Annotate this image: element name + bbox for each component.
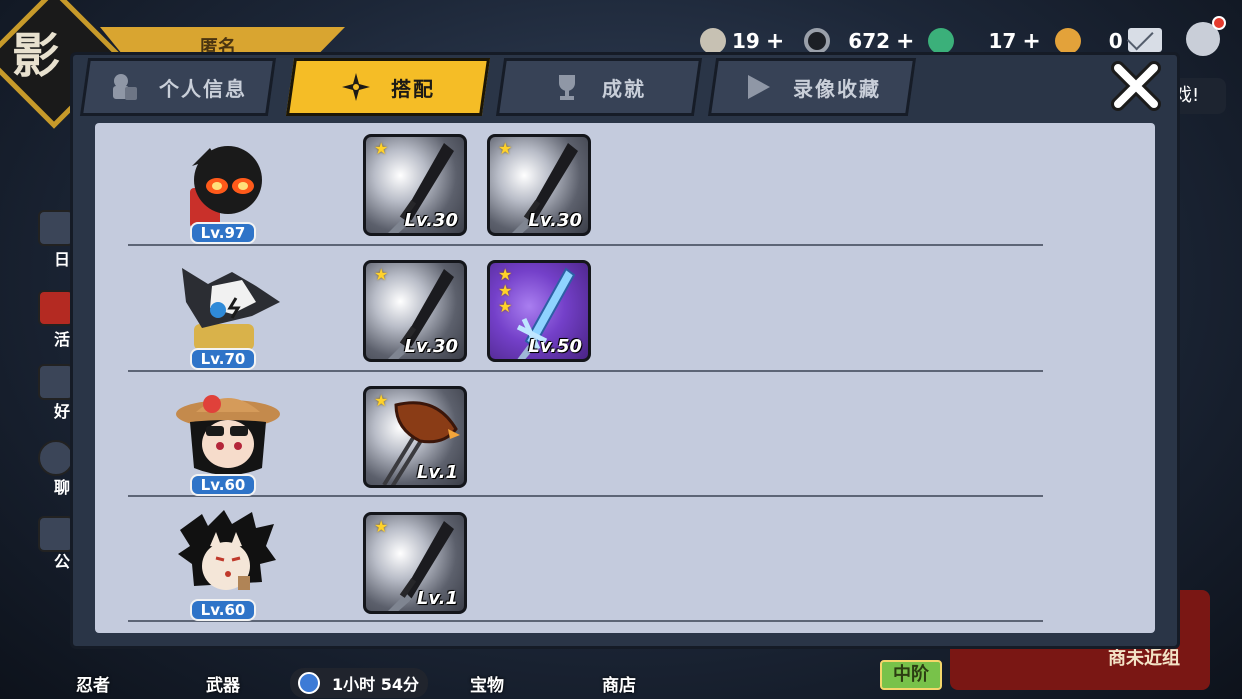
tab-loadout-label: 搭配: [391, 76, 435, 101]
equip-slot-katana[interactable]: ★ Lv.30: [363, 134, 467, 236]
nav-ninja[interactable]: 忍者: [76, 671, 110, 696]
currency-rice[interactable]: 19 +: [700, 28, 784, 54]
equip-slot-sweet-potato-stick[interactable]: ★ Lv.1: [363, 386, 467, 488]
key-icon: [1054, 28, 1081, 54]
tab-profile[interactable]: 个人信息: [79, 58, 277, 116]
profile-icon: [109, 72, 139, 102]
item-level: Lv.1: [416, 462, 458, 483]
side-chat-icon[interactable]: [38, 440, 74, 476]
currency-jade[interactable]: 17 +: [928, 28, 1041, 54]
side-chat-label: 聊: [54, 478, 71, 497]
shuriken-icon: [341, 72, 371, 102]
ninja-level-badge: Lv.60: [190, 599, 256, 621]
side-notice-icon[interactable]: [38, 516, 74, 552]
currency-key-value: 0: [1108, 29, 1123, 53]
star-icon: ★: [498, 297, 513, 316]
currency-coin[interactable]: 672 +: [804, 28, 914, 54]
nav-treasure[interactable]: 宝物: [470, 671, 504, 696]
side-notice-label: 公: [54, 552, 71, 571]
notification-dot: [1212, 16, 1226, 30]
tab-achievement-label: 成就: [602, 76, 646, 101]
close-icon: [1111, 61, 1161, 111]
star-icon: ★: [374, 391, 389, 410]
row-divider: [128, 244, 1043, 246]
tab-replays-label: 录像收藏: [793, 76, 881, 101]
ninja-level-badge: Lv.70: [190, 348, 256, 370]
nav-weapon[interactable]: 武器: [206, 671, 240, 696]
ninja-level-badge: Lv.60: [190, 474, 256, 496]
currency-coin-value: 672: [848, 29, 891, 53]
star-icon: ★: [374, 517, 389, 536]
rank-badge: 中阶: [880, 660, 942, 690]
star-icon: ★: [374, 139, 389, 158]
row-divider: [128, 370, 1043, 372]
plus-icon[interactable]: +: [896, 29, 914, 54]
ninja-avatar-kunoichi[interactable]: [172, 386, 282, 486]
tab-profile-label: 个人信息: [159, 76, 247, 101]
item-level: Lv.50: [528, 336, 582, 357]
nav-shop[interactable]: 商店: [602, 671, 636, 696]
ninja-avatar-fox-mask[interactable]: [172, 510, 282, 610]
item-level: Lv.1: [416, 588, 458, 609]
equip-slot-katana[interactable]: ★ Lv.30: [363, 260, 467, 362]
side-event-icon[interactable]: [38, 290, 74, 326]
plus-icon[interactable]: +: [1022, 29, 1040, 54]
tab-replays[interactable]: 录像收藏: [707, 58, 917, 116]
side-daily-label: 日: [54, 250, 71, 269]
plus-icon[interactable]: +: [766, 29, 784, 54]
tab-achievement[interactable]: 成就: [495, 58, 703, 116]
side-friends-label: 好: [54, 402, 71, 421]
ninja-avatar-wolf[interactable]: [172, 262, 282, 362]
mail-icon[interactable]: [1128, 28, 1162, 52]
timer-pill: 1小时 54分: [290, 668, 428, 698]
star-icon: ★: [374, 265, 389, 284]
currency-rice-value: 19: [732, 29, 760, 53]
side-friends-icon[interactable]: [38, 364, 74, 400]
trophy-icon: [552, 72, 582, 102]
row-divider: [128, 495, 1043, 497]
jade-icon: [928, 28, 955, 54]
item-level: Lv.30: [404, 210, 458, 231]
item-level: Lv.30: [528, 210, 582, 231]
ninja-level-badge: Lv.97: [190, 222, 256, 244]
currency-jade-value: 17: [988, 29, 1017, 53]
equip-slot-katana[interactable]: ★ Lv.1: [363, 512, 467, 614]
timer-icon: [298, 672, 320, 694]
tab-loadout[interactable]: 搭配: [285, 58, 491, 116]
close-button[interactable]: [1104, 56, 1168, 116]
item-level: Lv.30: [404, 336, 458, 357]
equip-slot-katana[interactable]: ★ Lv.30: [487, 134, 591, 236]
play-icon: [743, 72, 773, 102]
clan-emblem-char: 影: [12, 28, 61, 84]
star-icon: ★: [498, 139, 513, 158]
side-event-label: 活: [54, 330, 71, 349]
rice-ball-icon: [700, 28, 726, 54]
timer-text: 1小时 54分: [332, 675, 419, 694]
side-daily-icon[interactable]: [38, 210, 74, 246]
equip-slot-ice-sword[interactable]: ★ ★ ★ Lv.50: [487, 260, 591, 362]
coin-icon: [804, 28, 831, 54]
row-divider: [128, 620, 1043, 622]
